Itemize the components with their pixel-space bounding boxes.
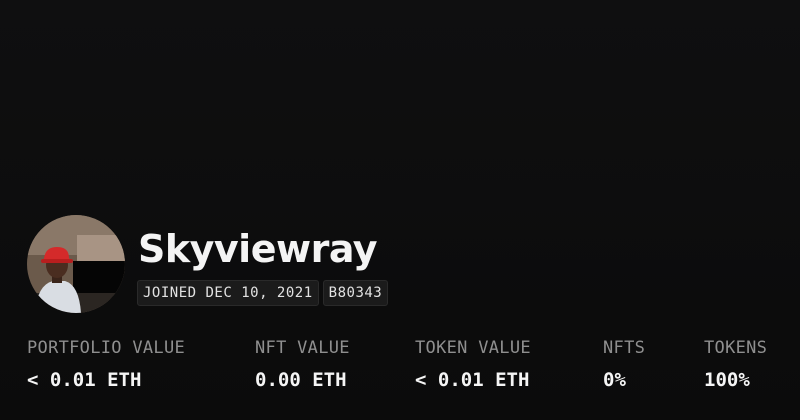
stat-tokens-share: TOKENS 100%: [704, 336, 767, 392]
avatar[interactable]: [27, 215, 125, 313]
stat-value: 100%: [704, 369, 750, 391]
id-badge[interactable]: B80343: [322, 280, 389, 306]
stat-portfolio-value: PORTFOLIO VALUE < 0.01 ETH: [27, 336, 185, 392]
stat-label: PORTFOLIO VALUE: [27, 338, 186, 358]
joined-date-badge: JOINED DEC 10, 2021: [137, 280, 319, 306]
profile-card: Skyviewray JOINED DEC 10, 2021 B80343 PO…: [0, 0, 800, 420]
stat-value: 0%: [603, 369, 626, 391]
stat-value: 0.00 ETH: [255, 369, 347, 391]
stat-label: TOKENS: [704, 338, 768, 358]
stat-nft-value: NFT VALUE 0.00 ETH: [255, 336, 350, 392]
stat-label: NFTS: [603, 338, 646, 358]
stat-label: TOKEN VALUE: [415, 338, 531, 358]
avatar-photo-icon: [27, 215, 125, 313]
profile-badges: JOINED DEC 10, 2021 B80343: [137, 280, 389, 306]
profile-name: Skyviewray: [138, 227, 378, 271]
stat-value: < 0.01 ETH: [27, 369, 142, 391]
stat-token-value: TOKEN VALUE < 0.01 ETH: [415, 336, 531, 392]
stat-nfts-share: NFTS 0%: [603, 336, 645, 392]
stat-label: NFT VALUE: [255, 338, 350, 358]
stat-value: < 0.01 ETH: [415, 369, 530, 391]
